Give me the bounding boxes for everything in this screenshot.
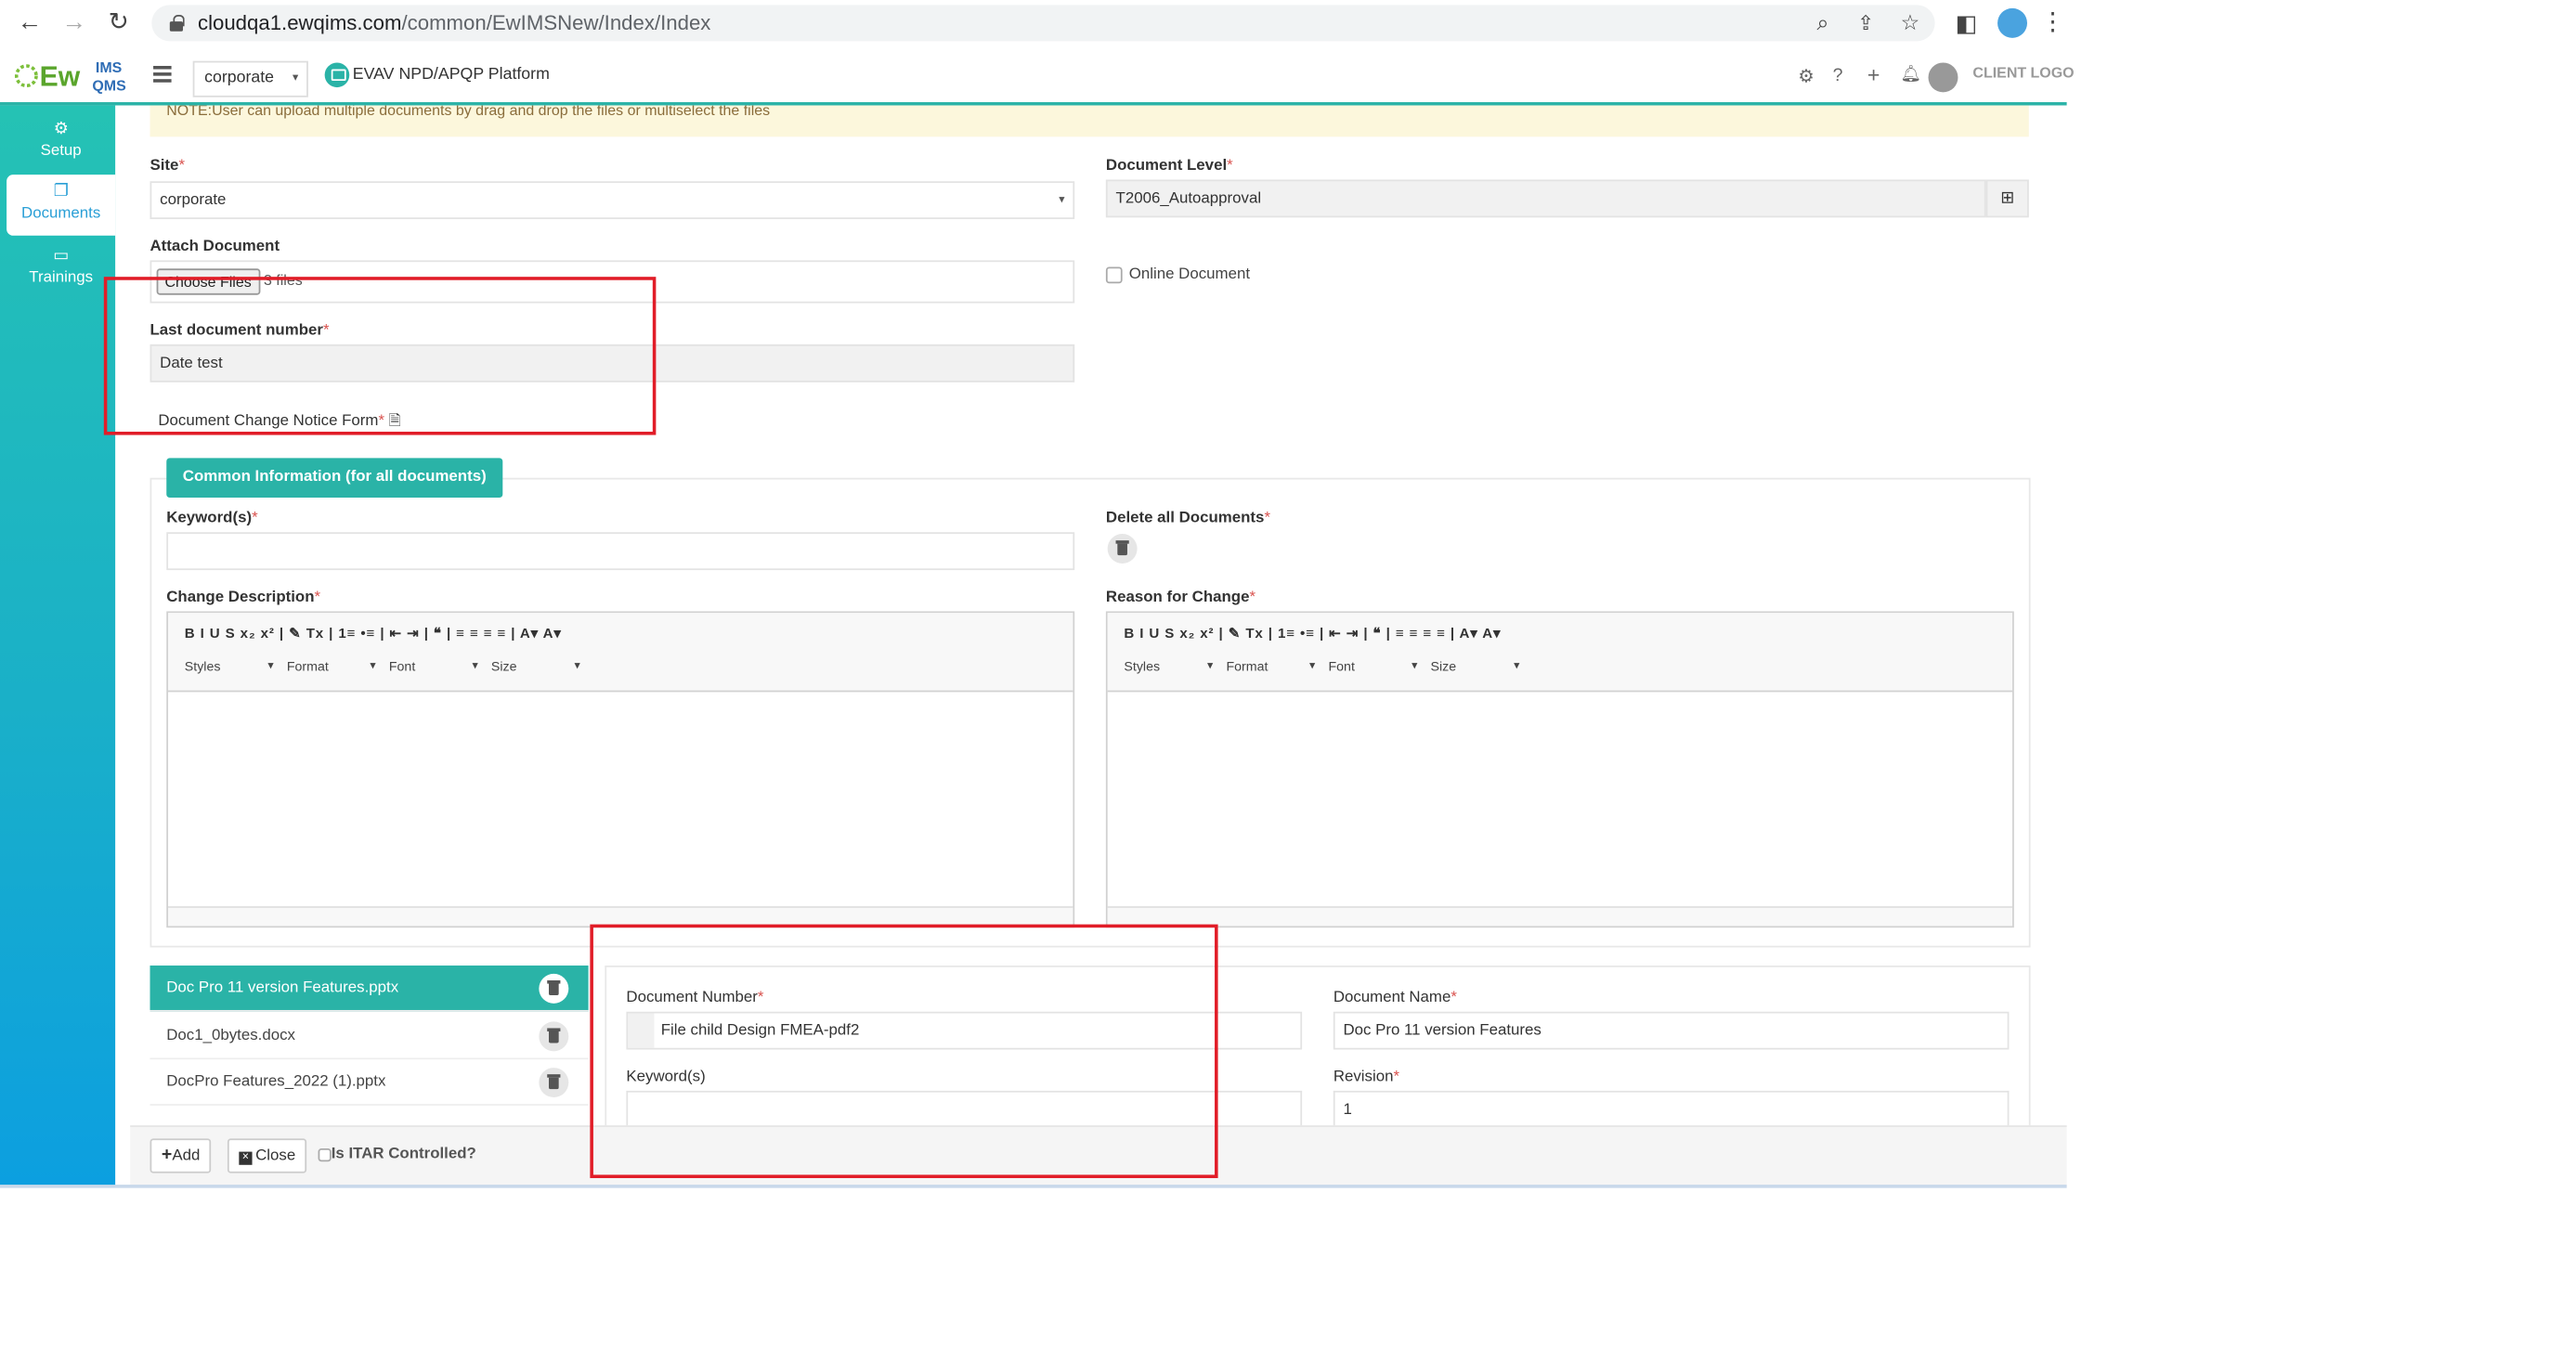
formatting-buttons[interactable]: B I U S x₂ x² | ✎ Tx | 1≡ •≡ | ⇤ ⇥ | ❝ |… bbox=[1124, 625, 1501, 643]
document-list-item[interactable]: DocPro Features_2022 (1).pptx bbox=[150, 1059, 589, 1106]
platform-name[interactable]: EVAV NPD/APQP Platform bbox=[353, 66, 550, 84]
url-domain: cloudqa1.ewqims.com bbox=[197, 11, 402, 35]
share-icon[interactable]: ⇪ bbox=[1849, 6, 1881, 39]
close-button[interactable]: × Close bbox=[227, 1138, 307, 1173]
editor-resize-handle[interactable] bbox=[1107, 906, 2013, 927]
document-filename: Doc Pro 11 version Features.pptx bbox=[166, 979, 399, 997]
size-dropdown[interactable]: Size bbox=[491, 659, 583, 674]
site-label: Site* bbox=[150, 156, 186, 175]
ewims-logo: Ew IMS QMS bbox=[14, 60, 126, 95]
revision-field[interactable]: 1 bbox=[1333, 1090, 2010, 1126]
online-document-checkbox[interactable] bbox=[1105, 266, 1123, 284]
itar-label: Is ITAR Controlled? bbox=[331, 1145, 476, 1164]
hierarchy-tree-icon[interactable]: ⊞ bbox=[1985, 179, 2029, 218]
change-description-label: Change Description* bbox=[166, 588, 321, 607]
client-logo: CLIENT LOGO bbox=[1972, 64, 2075, 81]
reason-for-change-label: Reason for Change* bbox=[1105, 588, 1256, 607]
attach-document-label: Attach Document bbox=[150, 237, 280, 256]
delete-document-icon[interactable] bbox=[539, 973, 569, 1004]
bookmark-star-icon[interactable]: ☆ bbox=[1893, 6, 1926, 39]
site-dropdown-value: corporate bbox=[160, 190, 227, 210]
editor-toolbar: B I U S x₂ x² | ✎ Tx | 1≡ •≡ | ⇤ ⇥ | ❝ |… bbox=[168, 613, 1073, 693]
font-dropdown[interactable]: Font bbox=[389, 659, 481, 674]
platform-icon bbox=[324, 62, 350, 88]
editor-toolbar: B I U S x₂ x² | ✎ Tx | 1≡ •≡ | ⇤ ⇥ | ❝ |… bbox=[1107, 613, 2013, 693]
delete-all-documents-label: Delete all Documents* bbox=[1105, 509, 1271, 527]
svg-text:IMS: IMS bbox=[96, 60, 123, 76]
delete-document-icon[interactable] bbox=[539, 1021, 569, 1052]
size-dropdown[interactable]: Size bbox=[1431, 659, 1523, 674]
notification-bell-icon[interactable]: 🔔︎ bbox=[1900, 66, 1921, 84]
change-description-editor[interactable]: B I U S x₂ x² | ✎ Tx | 1≡ •≡ | ⇤ ⇥ | ❝ |… bbox=[166, 611, 1075, 928]
document-list-item[interactable]: Doc1_0bytes.docx bbox=[150, 1014, 589, 1060]
keywords-label: Keyword(s)* bbox=[166, 509, 258, 527]
keywords-input[interactable] bbox=[166, 532, 1075, 571]
side-panel-icon[interactable]: ◧ bbox=[1950, 6, 1983, 39]
annotation-box-1 bbox=[103, 277, 657, 435]
sidebar-item-setup[interactable]: ⚙ Setup bbox=[7, 112, 115, 174]
document-filename: DocPro Features_2022 (1).pptx bbox=[166, 1072, 386, 1091]
help-icon[interactable]: ? bbox=[1833, 66, 1843, 85]
document-filename: Doc1_0bytes.docx bbox=[166, 1026, 295, 1045]
add-button-label: Add bbox=[172, 1147, 201, 1165]
forward-icon[interactable]: → bbox=[58, 6, 90, 39]
svg-text:Ew: Ew bbox=[40, 61, 81, 92]
back-icon[interactable]: ← bbox=[13, 6, 46, 39]
formatting-buttons[interactable]: B I U S x₂ x² | ✎ Tx | 1≡ •≡ | ⇤ ⇥ | ❝ |… bbox=[185, 625, 562, 643]
settings-gear-icon[interactable]: ⚙ bbox=[1798, 66, 1815, 87]
sidebar-item-label: Trainings bbox=[29, 268, 94, 287]
document-level-field[interactable]: T2006_Autoapproval bbox=[1105, 179, 1986, 218]
svg-text:QMS: QMS bbox=[92, 79, 126, 95]
site-selector-value: corporate bbox=[204, 69, 275, 88]
common-info-tab[interactable]: Common Information (for all documents) bbox=[166, 458, 503, 498]
sidebar-item-label: Setup bbox=[40, 141, 82, 161]
styles-dropdown[interactable]: Styles bbox=[1124, 659, 1216, 674]
browser-menu-icon[interactable]: ⋮ bbox=[2040, 6, 2065, 39]
trainings-icon: ▭ bbox=[53, 247, 70, 266]
upload-note: NOTE:User can upload multiple documents … bbox=[150, 105, 2029, 137]
online-document-label: Online Document bbox=[1128, 265, 1251, 284]
itar-checkbox[interactable] bbox=[318, 1148, 332, 1162]
format-dropdown[interactable]: Format bbox=[287, 659, 379, 674]
profile-avatar-icon[interactable] bbox=[1997, 7, 2028, 38]
annotation-box-2 bbox=[590, 924, 1218, 1178]
document-level-label: Document Level* bbox=[1105, 156, 1233, 175]
menu-toggle-icon[interactable] bbox=[153, 65, 172, 83]
browser-toolbar: ← → ↻ cloudqa1.ewqims.com/common/EwIMSNe… bbox=[0, 0, 2067, 46]
page-bottom-border bbox=[0, 1185, 2067, 1188]
document-name-field[interactable]: Doc Pro 11 version Features bbox=[1333, 1011, 2010, 1050]
user-avatar[interactable] bbox=[1928, 62, 1958, 93]
sidebar-item-trainings[interactable]: ▭ Trainings bbox=[7, 239, 115, 300]
sidebar: ⚙ Setup ❐ Documents ▭ Trainings bbox=[0, 105, 116, 1186]
format-dropdown[interactable]: Format bbox=[1226, 659, 1318, 674]
font-dropdown[interactable]: Font bbox=[1328, 659, 1420, 674]
zoom-icon[interactable]: ⌕ bbox=[1806, 6, 1839, 39]
site-dropdown[interactable]: corporate ▾ bbox=[150, 181, 1075, 220]
editor-resize-handle[interactable] bbox=[168, 906, 1073, 927]
reason-for-change-editor[interactable]: B I U S x₂ x² | ✎ Tx | 1≡ •≡ | ⇤ ⇥ | ❝ |… bbox=[1105, 611, 2014, 928]
close-button-label: Close bbox=[255, 1147, 296, 1165]
document-name-label: Document Name* bbox=[1333, 988, 1457, 1007]
close-icon: × bbox=[239, 1151, 253, 1165]
delete-all-trash-icon[interactable] bbox=[1107, 534, 1138, 564]
sidebar-item-label: Documents bbox=[21, 204, 101, 223]
url-path: /common/EwIMSNew/Index/Index bbox=[401, 11, 711, 35]
document-list-item[interactable]: Doc Pro 11 version Features.pptx bbox=[150, 966, 589, 1012]
styles-dropdown[interactable]: Styles bbox=[185, 659, 277, 674]
documents-icon: ❐ bbox=[53, 183, 69, 201]
app-header bbox=[0, 47, 2067, 106]
cogs-icon: ⚙ bbox=[53, 120, 69, 139]
lock-icon bbox=[169, 14, 184, 32]
add-button[interactable]: +Add bbox=[150, 1138, 212, 1173]
address-bar[interactable]: cloudqa1.ewqims.com/common/EwIMSNew/Inde… bbox=[151, 5, 1935, 42]
site-selector[interactable]: corporate ▾ bbox=[192, 60, 308, 97]
delete-document-icon[interactable] bbox=[539, 1068, 569, 1098]
sidebar-item-documents[interactable]: ❐ Documents bbox=[7, 175, 116, 236]
add-plus-icon[interactable]: + bbox=[1867, 62, 1880, 87]
revision-label: Revision* bbox=[1333, 1068, 1400, 1086]
reload-icon[interactable]: ↻ bbox=[102, 6, 135, 39]
